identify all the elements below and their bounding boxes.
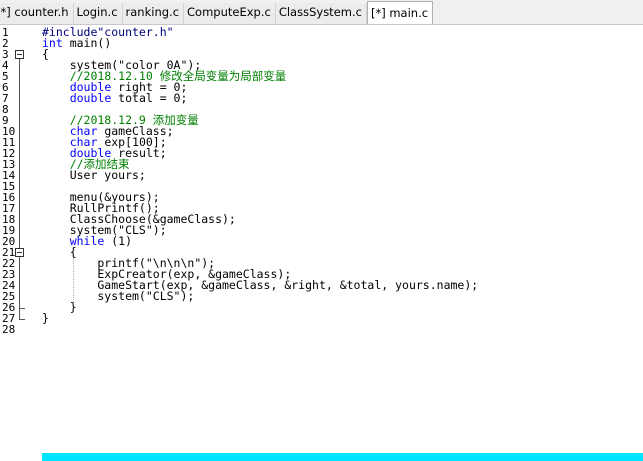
code-token: User yours; bbox=[42, 168, 146, 182]
tab-main-c[interactable]: [*] main.c bbox=[366, 1, 434, 24]
code-token: main() bbox=[62, 36, 112, 50]
indent-guide bbox=[73, 258, 74, 302]
tab-login-c[interactable]: Login.c bbox=[73, 3, 123, 24]
tab-ranking-c[interactable]: ranking.c bbox=[122, 3, 185, 24]
fold-end-marker bbox=[19, 308, 25, 309]
tab-computeexp-c[interactable]: ComputeExp.c bbox=[184, 3, 276, 24]
tab-classsystem-c[interactable]: ClassSystem.c bbox=[275, 3, 367, 24]
editor-tab-bar: [*] counter.h Login.c ranking.c ComputeExp.… bbox=[0, 0, 643, 25]
fold-collapse-icon[interactable] bbox=[15, 248, 24, 257]
code-text: } bbox=[42, 311, 49, 325]
fold-end-marker bbox=[19, 319, 25, 320]
code-text: User yours; bbox=[42, 168, 146, 182]
fold-collapse-icon[interactable] bbox=[15, 50, 24, 59]
fold-range-line bbox=[19, 257, 20, 308]
line-number: 28 bbox=[2, 323, 16, 336]
keyword-token: double bbox=[69, 91, 112, 105]
code-text: double total = 0; bbox=[42, 91, 188, 105]
code-text: int main() bbox=[42, 36, 112, 50]
current-line-highlight bbox=[42, 453, 643, 461]
code-token: } bbox=[42, 311, 49, 325]
code-token: (1) bbox=[104, 234, 133, 248]
code-editor[interactable]: 1 #include"counter.h" 2 int main() 3{4 syste… bbox=[0, 25, 643, 461]
code-token: total = 0; bbox=[111, 91, 188, 105]
tab-counter-h[interactable]: [*] counter.h bbox=[0, 3, 74, 24]
